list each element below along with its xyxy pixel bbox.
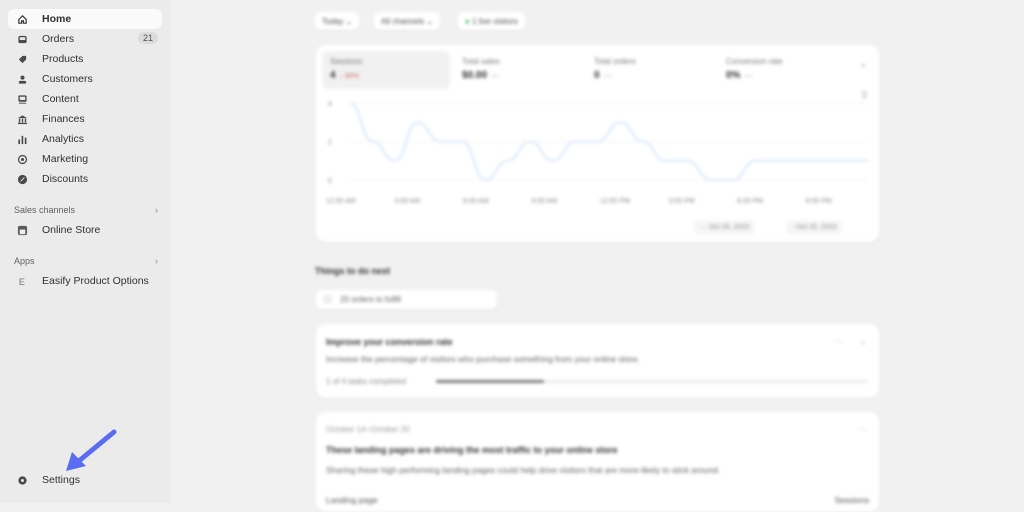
sidebar-item-marketing[interactable]: Marketing <box>8 149 162 169</box>
metric-label: Sessions <box>330 57 442 66</box>
progress-fill <box>436 380 544 383</box>
things-to-do-heading: Things to do next <box>315 266 390 276</box>
orders-count-badge: 21 <box>138 32 158 44</box>
metric-value: 0— <box>594 70 706 81</box>
annotation-arrow <box>60 425 122 475</box>
metric-label: Total sales <box>462 57 574 66</box>
conversion-card: Improve your conversion rate ··· ⌄ Incre… <box>316 324 879 398</box>
chevron-right-icon: › <box>155 256 158 266</box>
sidebar: Home Orders 21 Products Customers Content Fina… <box>0 0 170 503</box>
x-tick-label: 3:00 AM <box>395 198 421 205</box>
y-tick-label: 4 <box>328 101 332 108</box>
sidebar-item-products[interactable]: Products <box>8 49 162 69</box>
sidebar-item-finances[interactable]: Finances <box>8 109 162 129</box>
sidebar-item-label: Customers <box>42 73 93 85</box>
x-tick-label: 12:00 PM <box>600 198 630 205</box>
tag-icon <box>16 53 28 65</box>
sidebar-item-easify[interactable]: E Easify Product Options <box>8 271 162 291</box>
sidebar-item-label: Home <box>42 13 71 25</box>
sidebar-item-discounts[interactable]: Discounts <box>8 169 162 189</box>
metric-total-orders[interactable]: Total orders 0— <box>586 51 714 89</box>
svg-text:E: E <box>18 277 24 287</box>
metric-delta: — <box>744 71 752 80</box>
person-icon <box>16 73 28 85</box>
gear-icon <box>16 474 28 486</box>
x-tick-label: 9:00 PM <box>806 198 832 205</box>
progress-track <box>436 380 868 383</box>
y-tick-label: 0 <box>328 178 332 185</box>
metric-label: Conversion rate <box>726 57 838 66</box>
sidebar-item-analytics[interactable]: Analytics <box>8 129 162 149</box>
sidebar-item-online-store[interactable]: Online Store <box>8 220 162 240</box>
sidebar-item-home[interactable]: Home <box>8 9 162 29</box>
bank-icon <box>16 113 28 125</box>
live-visitors[interactable]: ● 1 live visitors <box>458 12 525 30</box>
legend-previous: - Oct 25, 2023 <box>786 220 842 235</box>
bar-chart-icon <box>16 133 28 145</box>
sidebar-item-label: Content <box>42 93 79 105</box>
sidebar-item-orders[interactable]: Orders 21 <box>8 29 162 49</box>
metric-conversion-rate[interactable]: Conversion rate 0%— <box>718 51 846 89</box>
sidebar-item-customers[interactable]: Customers <box>8 69 162 89</box>
sidebar-item-label: Discounts <box>42 173 88 185</box>
store-icon <box>16 224 28 236</box>
home-icon <box>16 13 28 25</box>
live-dot-icon: ● <box>465 17 470 26</box>
x-tick-label: 6:00 AM <box>463 198 489 205</box>
orders-to-fulfill[interactable]: ▢ 20 orders to fulfill <box>316 290 497 309</box>
y-tick-label: 2 <box>328 140 332 147</box>
x-tick-label: 9:00 AM <box>532 198 558 205</box>
more-icon[interactable]: ··· <box>858 424 867 434</box>
more-icon[interactable]: ··· <box>834 336 843 346</box>
sidebar-item-label: Products <box>42 53 83 65</box>
target-icon <box>16 153 28 165</box>
sidebar-item-label: Marketing <box>42 153 88 165</box>
sidebar-item-label: Finances <box>42 113 85 125</box>
chevron-right-icon: › <box>155 205 158 215</box>
metric-value: $0.00— <box>462 70 574 81</box>
apps-heading[interactable]: Apps› <box>14 256 158 266</box>
x-tick-label: 6:00 PM <box>737 198 763 205</box>
analytics-card: Sessions4↓ 60%Total sales$0.00—Total ord… <box>316 45 879 242</box>
sidebar-item-content[interactable]: Content <box>8 89 162 109</box>
metric-value: 0%— <box>726 70 838 81</box>
legend-current: — Oct 26, 2023 <box>694 220 755 235</box>
metric-value: 4↓ 60% <box>330 70 442 81</box>
date-filter[interactable]: Today ⌄ <box>315 12 359 30</box>
sessions-chart: 4 2 0 12:00 AM 3:00 AM 6:00 AM 9:00 AM 12:00 PM… <box>316 95 879 215</box>
x-tick-label: 3:00 PM <box>669 198 695 205</box>
x-tick-label: 12:00 AM <box>326 198 356 205</box>
app-icon: E <box>16 275 28 287</box>
metric-label: Total orders <box>594 57 706 66</box>
sidebar-item-label: Analytics <box>42 133 84 145</box>
metric-delta: — <box>604 71 612 80</box>
image-icon <box>16 93 28 105</box>
discount-icon <box>16 173 28 185</box>
metric-total-sales[interactable]: Total sales $0.00— <box>454 51 582 89</box>
metric-delta: ↓ 60% <box>340 73 359 80</box>
inbox-icon: ▢ <box>324 294 332 303</box>
channel-filter[interactable]: All channels ⌄ <box>374 12 440 30</box>
main-content: Today ⌄ All channels ⌄ ● 1 live visitors… <box>170 0 1024 503</box>
chevron-down-icon[interactable]: ⌄ <box>859 336 867 347</box>
sidebar-item-label: Orders <box>42 33 74 45</box>
inbox-icon <box>16 33 28 45</box>
landing-pages-card: October 14–October 20 ··· These landing … <box>316 412 879 512</box>
sales-channels-heading[interactable]: Sales channels› <box>14 205 158 215</box>
metric-delta: — <box>491 71 499 80</box>
collapse-icon[interactable]: ⌃ <box>859 63 867 74</box>
metric-sessions[interactable]: Sessions 4↓ 60% <box>322 51 450 89</box>
